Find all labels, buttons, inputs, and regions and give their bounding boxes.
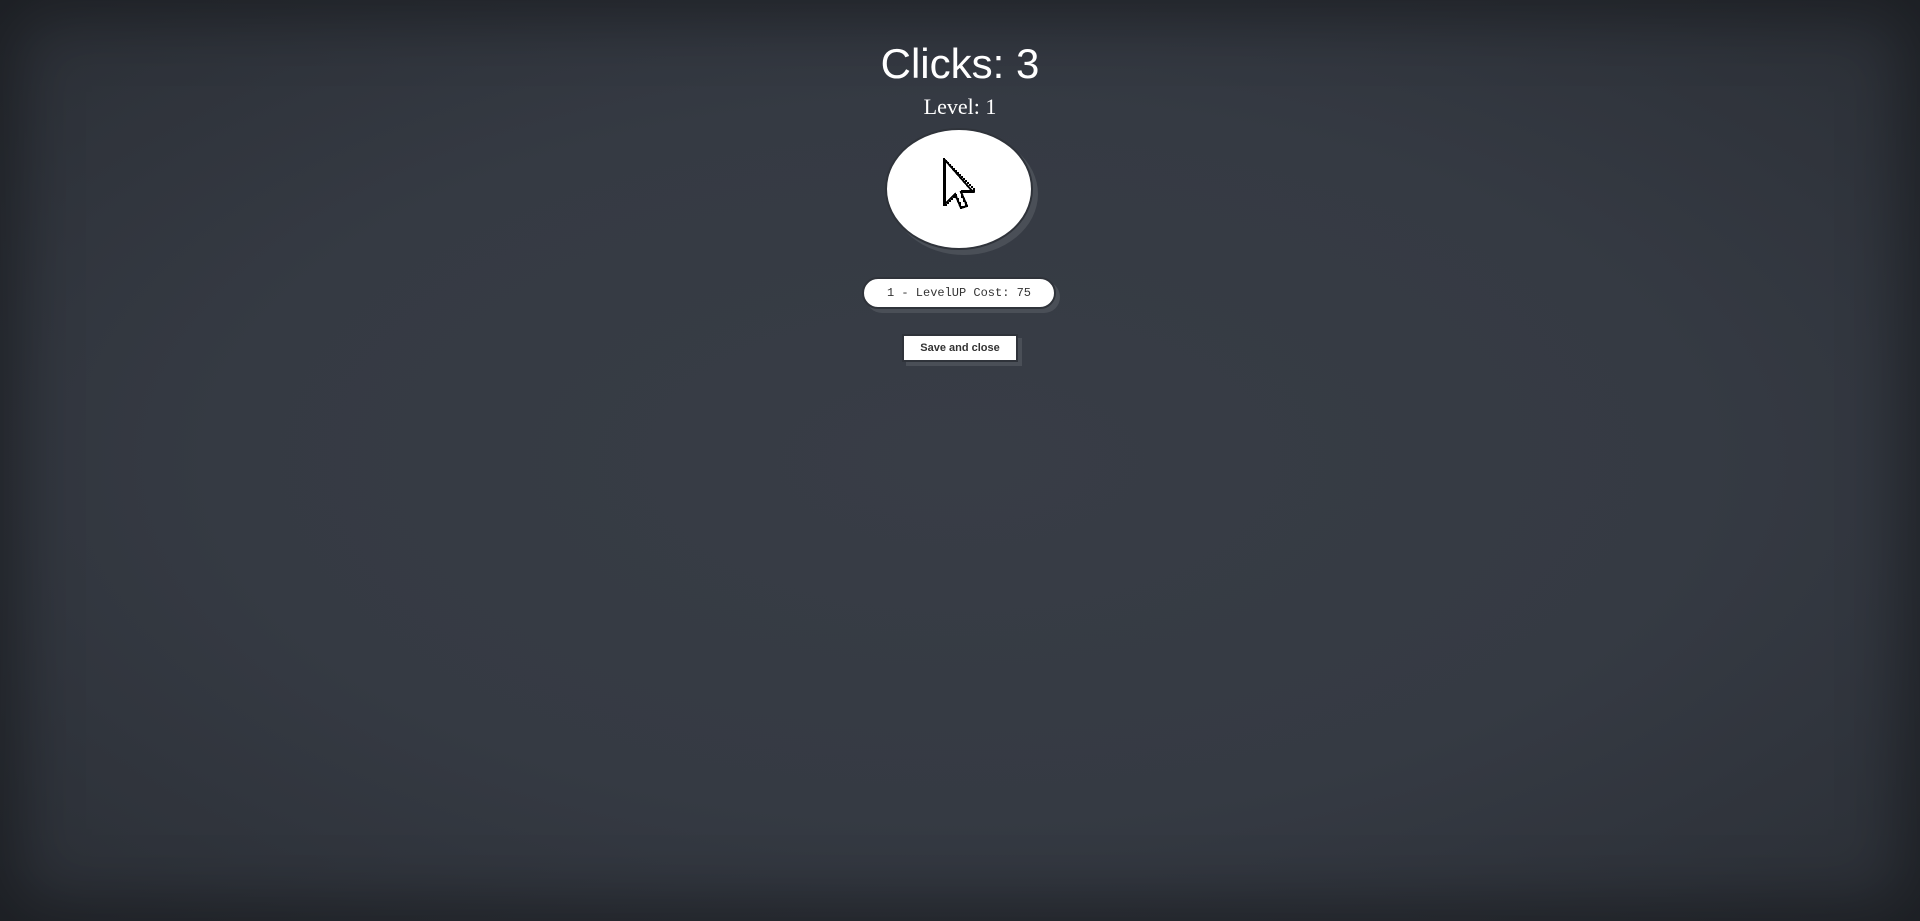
clicks-counter: Clicks: 3 xyxy=(880,40,1040,87)
levelup-button[interactable]: 1 - LevelUP Cost: 75 xyxy=(862,277,1056,309)
level-display: Level: 1 xyxy=(923,94,997,119)
save-and-close-button[interactable]: Save and close xyxy=(902,334,1018,362)
mouse-pointer-icon xyxy=(943,158,976,210)
click-button[interactable] xyxy=(885,128,1033,250)
